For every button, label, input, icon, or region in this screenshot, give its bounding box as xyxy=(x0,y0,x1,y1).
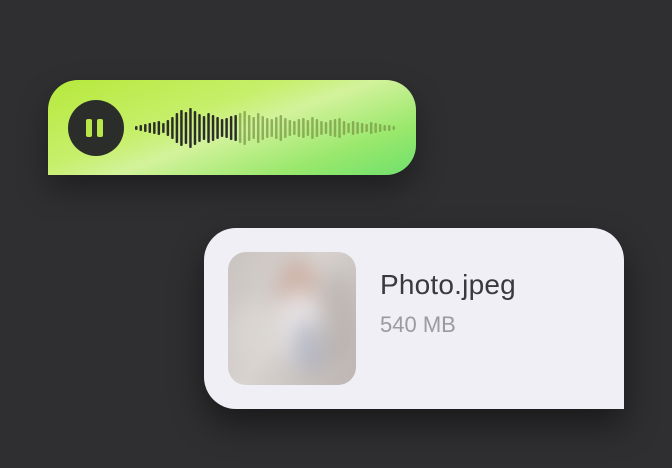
waveform-bar xyxy=(157,121,161,135)
waveform-bar xyxy=(220,119,224,137)
waveform-bar xyxy=(275,117,278,139)
waveform-bar xyxy=(311,117,314,139)
audio-waveform[interactable] xyxy=(134,100,396,156)
waveform-bar xyxy=(369,122,373,134)
pause-icon xyxy=(68,100,124,156)
waveform-bar xyxy=(392,126,395,130)
waveform-bar xyxy=(315,119,319,137)
waveform-bar xyxy=(383,125,386,131)
waveform-bar xyxy=(198,114,201,142)
waveform-bar xyxy=(378,124,382,132)
waveform-bar xyxy=(333,119,337,137)
waveform-bar xyxy=(324,122,328,134)
waveform-bar xyxy=(279,115,283,141)
waveform-bar xyxy=(247,115,251,141)
waveform-bar xyxy=(193,111,197,145)
file-name: Photo.jpeg xyxy=(380,269,516,300)
waveform-bar xyxy=(288,120,292,136)
waveform-bar xyxy=(256,113,260,143)
pause-button[interactable] xyxy=(68,100,124,156)
waveform-bar xyxy=(360,123,364,133)
waveform-bar xyxy=(184,112,188,144)
waveform-bar xyxy=(216,117,219,139)
waveform-bar xyxy=(153,122,156,134)
waveform-bar xyxy=(293,121,296,135)
voice-message-bubble[interactable] xyxy=(48,80,416,175)
chat-canvas: Photo.jpeg 540 MB xyxy=(0,0,672,468)
waveform-bar xyxy=(135,126,138,130)
waveform-bar xyxy=(306,120,310,136)
waveform-bar xyxy=(162,123,165,133)
waveform-bar xyxy=(261,116,264,140)
waveform-bar xyxy=(320,121,323,135)
waveform-bar xyxy=(189,108,192,148)
waveform-bar xyxy=(342,121,346,135)
waveform-bar xyxy=(252,117,255,139)
waveform-bar xyxy=(374,123,377,133)
waveform-bar xyxy=(207,113,210,143)
waveform-bar xyxy=(297,119,301,137)
waveform-bar xyxy=(351,121,355,135)
waveform-bar xyxy=(175,113,179,143)
waveform-bar xyxy=(148,123,152,133)
waveform-bar xyxy=(356,122,359,134)
waveform-bar xyxy=(238,113,242,143)
waveform-bar xyxy=(284,118,287,138)
waveform-bar xyxy=(139,125,143,131)
waveform-bar xyxy=(270,119,274,137)
waveform-bar xyxy=(365,124,368,132)
waveform-bar xyxy=(180,110,183,146)
waveform-bar xyxy=(347,123,350,133)
waveform-bar xyxy=(234,115,237,141)
photo-thumbnail[interactable] xyxy=(228,252,356,385)
file-attachment-bubble[interactable]: Photo.jpeg 540 MB xyxy=(204,228,624,409)
waveform-bar xyxy=(229,116,233,140)
waveform-bar xyxy=(211,115,215,141)
waveform-bar xyxy=(329,120,332,136)
waveform-bar xyxy=(387,125,391,131)
waveform-bar xyxy=(302,118,305,138)
waveform-bar xyxy=(243,111,246,145)
waveform-bar xyxy=(171,117,174,139)
waveform-bar xyxy=(166,120,170,136)
waveform-bar xyxy=(338,118,341,138)
waveform-bar xyxy=(144,124,147,132)
file-size: 540 MB xyxy=(380,312,456,337)
waveform-bar xyxy=(225,118,228,138)
waveform-bar xyxy=(266,118,269,138)
waveform-bar xyxy=(202,116,206,140)
